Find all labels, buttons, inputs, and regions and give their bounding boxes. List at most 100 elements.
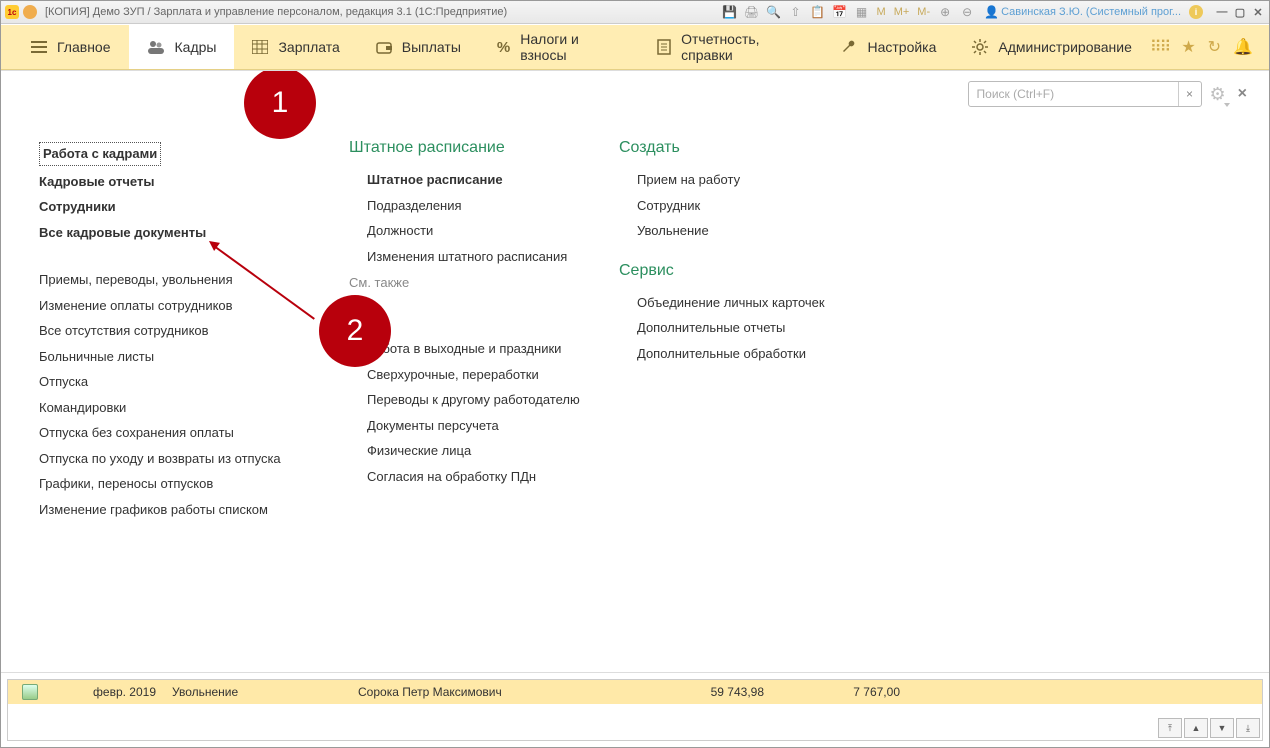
- nav-link[interactable]: Сверхурочные, переработки: [349, 362, 609, 388]
- col-shtatnoe: Штатное расписание Штатное расписаниеПод…: [349, 139, 609, 662]
- menu-label: Кадры: [175, 39, 217, 55]
- upload-icon[interactable]: ⇧: [787, 3, 805, 21]
- nav-link[interactable]: Согласия на обработку ПДн: [349, 464, 609, 490]
- app-window: 1c [КОПИЯ] Демо ЗУП / Зарплата и управле…: [0, 0, 1270, 748]
- user-icon: 👤: [984, 5, 999, 19]
- history-icon[interactable]: ↻: [1208, 37, 1221, 57]
- star-icon[interactable]: ★: [1181, 37, 1195, 57]
- nav-link[interactable]: Кадровые отчеты: [39, 169, 339, 195]
- nav-link[interactable]: Все кадровые документы: [39, 220, 339, 246]
- nav-link[interactable]: Переводы к другому работодателю: [349, 387, 609, 413]
- gear-icon: [972, 39, 988, 55]
- menu-label: Отчетность, справки: [681, 31, 805, 63]
- nav-link[interactable]: Подразделения: [349, 193, 609, 219]
- clipboard-icon[interactable]: 📋: [809, 3, 827, 21]
- nav-link[interactable]: Физические лица: [349, 438, 609, 464]
- search-box: ×: [968, 81, 1202, 107]
- calendar-icon[interactable]: 📅: [831, 3, 849, 21]
- nav-first-button[interactable]: ⤒: [1158, 718, 1182, 738]
- percent-icon: %: [497, 39, 510, 56]
- see-also-label: См. также: [349, 275, 609, 290]
- bell-icon[interactable]: 🔔: [1233, 37, 1253, 57]
- nav-link[interactable]: Сотрудник: [619, 193, 899, 219]
- save-icon[interactable]: 💾: [721, 3, 739, 21]
- panel-area: Работа с кадрамиКадровые отчетыСотрудник…: [1, 113, 1269, 672]
- titlebar: 1c [КОПИЯ] Демо ЗУП / Зарплата и управле…: [1, 1, 1269, 24]
- menu-zarplata[interactable]: Зарплата: [234, 25, 357, 69]
- menu-label: Выплаты: [402, 39, 461, 55]
- nav-link[interactable]: Дополнительные обработки: [619, 341, 899, 367]
- menu-label: Зарплата: [278, 39, 339, 55]
- grid-row[interactable]: февр. 2019 Увольнение Сорока Петр Максим…: [8, 680, 1262, 704]
- people-icon: [147, 40, 165, 54]
- nav-link[interactable]: Должности: [349, 218, 609, 244]
- nav-link[interactable]: Отпуска по уходу и возвраты из отпуска: [39, 446, 339, 472]
- doc-search-icon[interactable]: 🔍: [765, 3, 783, 21]
- nav-link[interactable]: Прием на работу: [619, 167, 899, 193]
- minimize-button[interactable]: —: [1215, 5, 1229, 19]
- nav-link[interactable]: Графики, переносы отпусков: [39, 471, 339, 497]
- info-icon[interactable]: i: [1189, 5, 1203, 19]
- nav-link[interactable]: Документы персучета: [349, 413, 609, 439]
- panel-close-button[interactable]: ×: [1238, 85, 1247, 103]
- menu-label: Налоги и взносы: [520, 31, 621, 63]
- nav-link[interactable]: Все отсутствия сотрудников: [39, 318, 339, 344]
- nav-link[interactable]: Больничные листы: [39, 344, 339, 370]
- menu-vyplaty[interactable]: Выплаты: [358, 25, 479, 69]
- col-rabota-s-kadrami: Работа с кадрамиКадровые отчетыСотрудник…: [39, 139, 339, 662]
- cell-amount1: 59 743,98: [626, 685, 772, 699]
- nav-link[interactable]: Изменение графиков работы списком: [39, 497, 339, 523]
- maximize-button[interactable]: ▢: [1233, 5, 1247, 19]
- user-link[interactable]: 👤 Савинская З.Ю. (Системный прог...: [984, 5, 1181, 19]
- search-input[interactable]: [969, 82, 1178, 106]
- nav-link[interactable]: Штатное расписание: [349, 167, 609, 193]
- nav-link[interactable]: Изменения штатного расписания: [349, 244, 609, 270]
- bottom-grid: февр. 2019 Увольнение Сорока Петр Максим…: [7, 679, 1263, 741]
- user-name: Савинская З.Ю. (Системный прог...: [1001, 6, 1181, 18]
- nav-link[interactable]: Увольнение: [619, 218, 899, 244]
- grid-nav-buttons: ⤒ ▲ ▼ ⤓: [1158, 718, 1260, 738]
- report-icon: [657, 39, 671, 55]
- menu-label: Настройка: [867, 39, 936, 55]
- bottom-area: февр. 2019 Увольнение Сорока Петр Максим…: [1, 672, 1269, 747]
- menu-otchety[interactable]: Отчетность, справки: [639, 25, 823, 69]
- menu-main[interactable]: Главное: [13, 25, 129, 69]
- search-clear-button[interactable]: ×: [1178, 82, 1201, 106]
- print-icon[interactable]: 🖨: [743, 3, 761, 21]
- memory-mminus-label[interactable]: M-: [915, 6, 932, 18]
- callout-2: 2: [319, 295, 391, 367]
- menu-nastrojka[interactable]: Настройка: [823, 25, 954, 69]
- nav-link[interactable]: Объединение личных карточек: [619, 290, 899, 316]
- nav-last-button[interactable]: ⤓: [1236, 718, 1260, 738]
- nav-link[interactable]: Отпуска без сохранения оплаты: [39, 420, 339, 446]
- apps-grid-icon[interactable]: ⠿⠿: [1150, 37, 1169, 57]
- settings-dropdown-icon[interactable]: ⚙: [1210, 84, 1226, 105]
- memory-mplus-label[interactable]: M+: [892, 6, 912, 18]
- nav-up-button[interactable]: ▲: [1184, 718, 1208, 738]
- menu-label: Администрирование: [998, 39, 1132, 55]
- cell-name: Сорока Петр Максимович: [350, 685, 626, 699]
- nav-link[interactable]: Приемы, переводы, увольнения: [39, 267, 339, 293]
- nav-link[interactable]: Работа с кадрами: [39, 139, 339, 169]
- nav-down-button[interactable]: ▼: [1210, 718, 1234, 738]
- app-logo-icon: 1c: [5, 5, 19, 19]
- nav-link[interactable]: Дополнительные отчеты: [619, 315, 899, 341]
- section-head-service: Сервис: [619, 262, 899, 280]
- doc-status-icon: [22, 684, 38, 700]
- callout-1: 1: [244, 70, 316, 139]
- nav-link[interactable]: Сотрудники: [39, 194, 339, 220]
- zoom-in-icon[interactable]: ⊕: [936, 3, 954, 21]
- section-head-create: Создать: [619, 139, 899, 157]
- menu-nalogi[interactable]: % Налоги и взносы: [479, 25, 639, 69]
- memory-m-label[interactable]: M: [875, 6, 888, 18]
- menu-hamburger-icon: [31, 40, 47, 54]
- nav-link[interactable]: Командировки: [39, 395, 339, 421]
- nav-link[interactable]: Отпуска: [39, 369, 339, 395]
- zoom-out-icon[interactable]: ⊖: [958, 3, 976, 21]
- orange-circle-icon[interactable]: [23, 5, 37, 19]
- menu-kadry[interactable]: Кадры: [129, 25, 235, 69]
- menu-admin[interactable]: Администрирование: [954, 25, 1150, 69]
- window-close-button[interactable]: ✕: [1251, 5, 1265, 19]
- calc-icon[interactable]: ▦: [853, 3, 871, 21]
- cell-date: февр. 2019: [52, 685, 164, 699]
